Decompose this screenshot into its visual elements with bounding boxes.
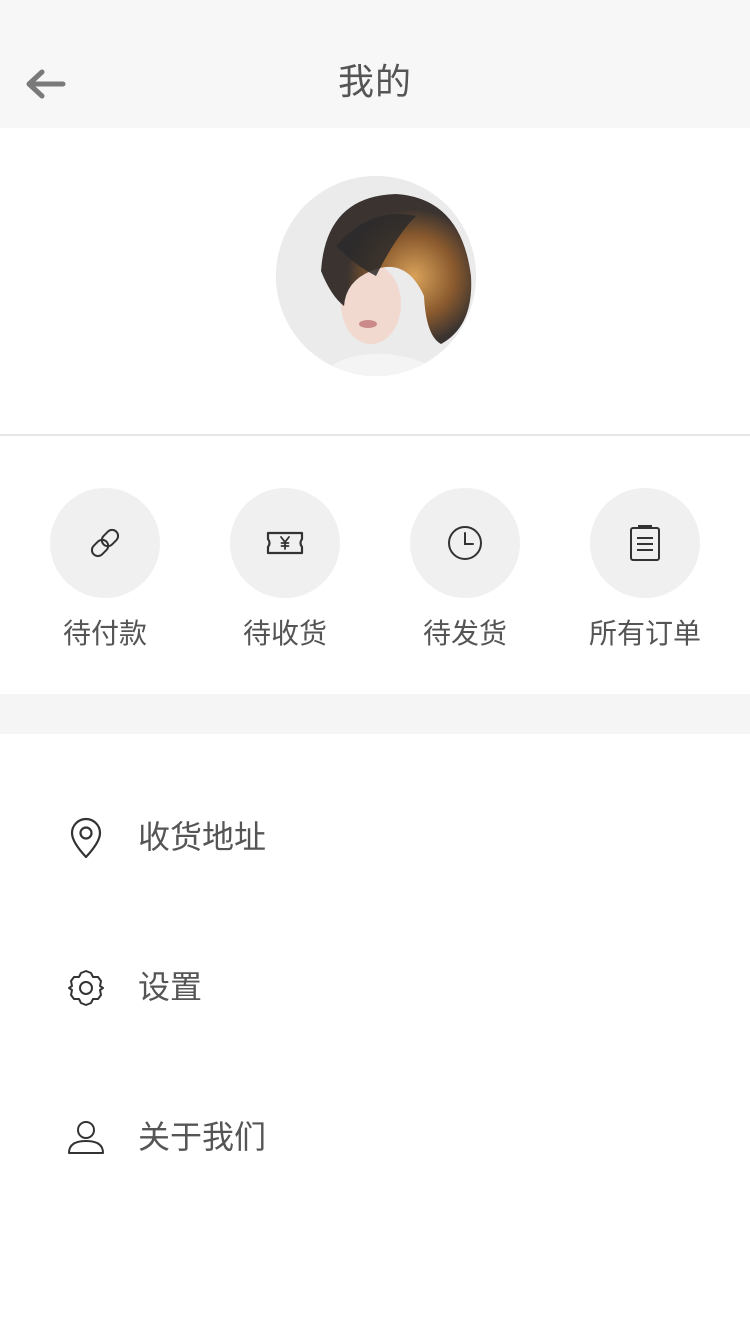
menu-item-address[interactable]: 收货地址 xyxy=(0,786,750,886)
link-icon xyxy=(90,528,120,558)
location-pin-icon xyxy=(70,817,102,859)
order-label: 待发货 xyxy=(422,617,507,650)
menu-icon xyxy=(62,964,110,1012)
avatar-image xyxy=(276,176,476,376)
menu-icon xyxy=(62,1114,110,1162)
menu-icon xyxy=(62,814,110,862)
menu-label: 收货地址 xyxy=(138,818,267,856)
order-label: 待付款 xyxy=(62,617,147,650)
list-icon xyxy=(630,525,660,561)
profile-section xyxy=(0,128,750,434)
order-all[interactable]: 所有订单 xyxy=(555,488,735,658)
order-icon-circle xyxy=(590,488,700,598)
order-icon-circle xyxy=(410,488,520,598)
top-nav-bar: 我的 xyxy=(0,0,750,128)
order-pending-payment[interactable]: 待付款 xyxy=(15,488,195,658)
settings-menu: 收货地址 设置 关于我们 xyxy=(0,734,750,1334)
page-title: 我的 xyxy=(337,62,412,103)
menu-item-settings[interactable]: 设置 xyxy=(0,936,750,1036)
avatar[interactable] xyxy=(276,176,476,376)
order-label: 所有订单 xyxy=(588,617,701,650)
order-pending-receipt[interactable]: 待收货 xyxy=(195,488,375,658)
order-label: 待收货 xyxy=(242,617,327,650)
order-shortcuts: 待付款 待收货 待发货 所有订单 xyxy=(0,436,750,694)
gear-icon xyxy=(68,970,104,1006)
ticket-yen-icon xyxy=(266,531,304,555)
menu-label: 关于我们 xyxy=(138,1118,267,1156)
user-icon xyxy=(68,1121,104,1154)
clock-icon xyxy=(448,526,482,560)
order-icon-circle xyxy=(230,488,340,598)
order-icon-circle xyxy=(50,488,160,598)
menu-label: 设置 xyxy=(138,968,203,1006)
order-pending-shipment[interactable]: 待发货 xyxy=(375,488,555,658)
section-gap xyxy=(0,694,750,734)
menu-item-about[interactable]: 关于我们 xyxy=(0,1086,750,1186)
